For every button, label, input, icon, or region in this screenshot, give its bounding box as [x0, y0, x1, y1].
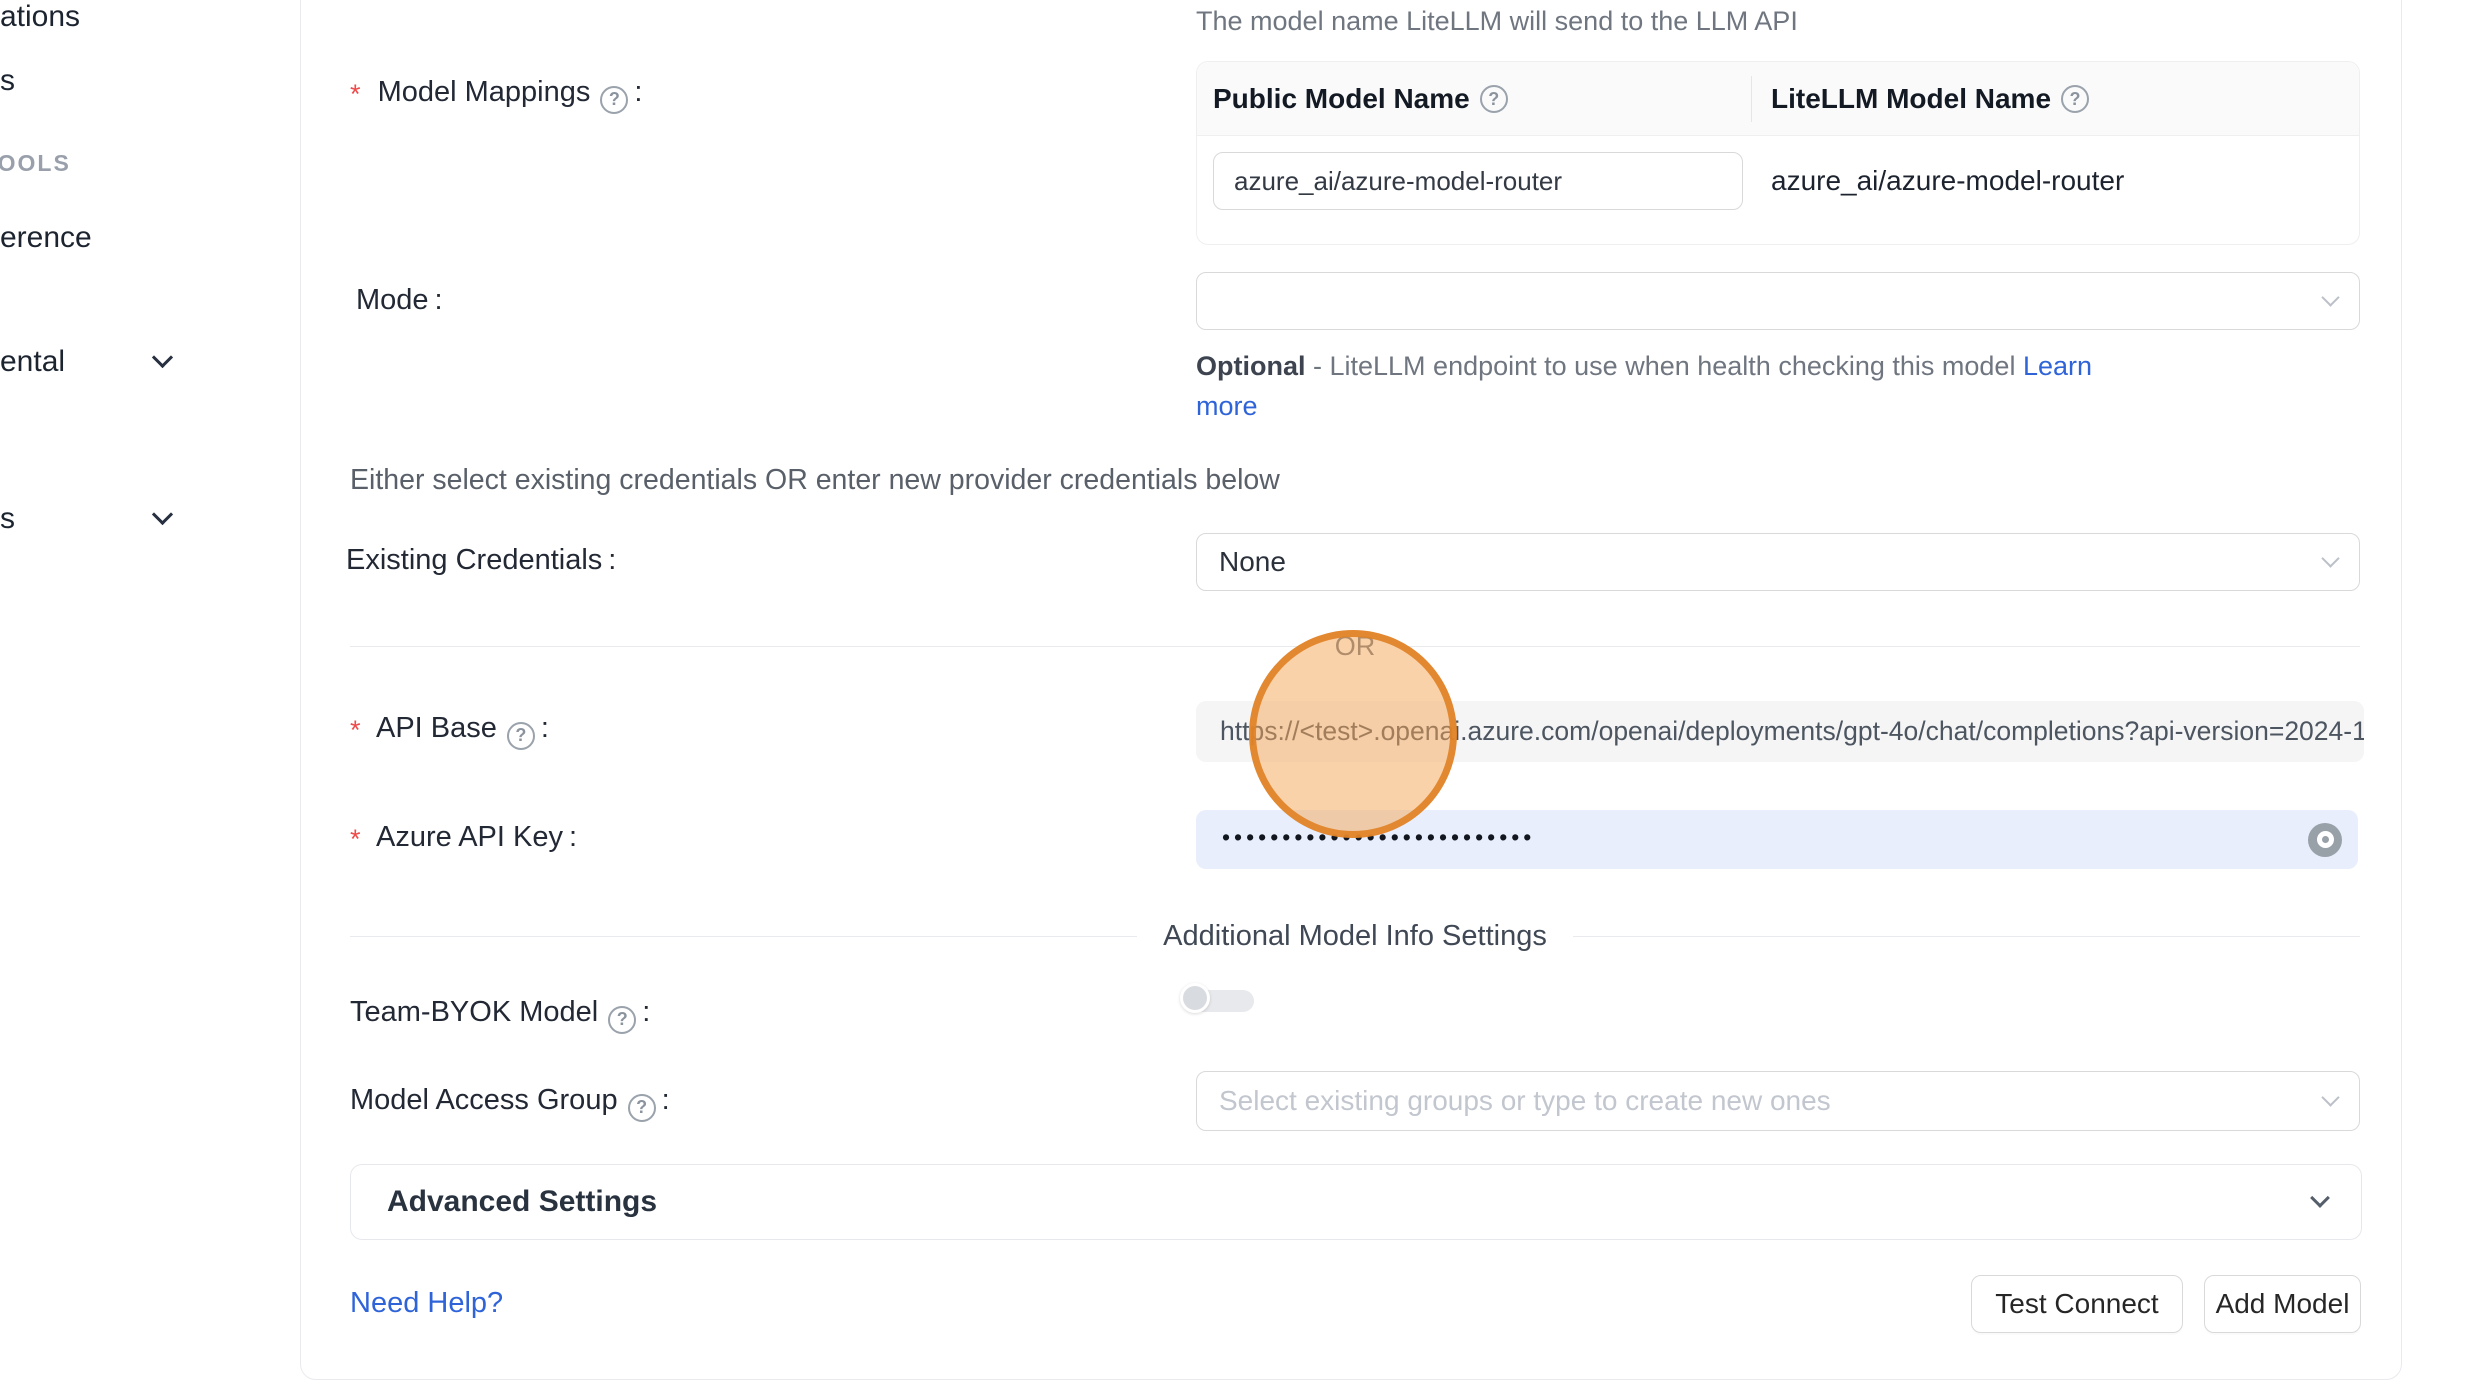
chevron-down-icon[interactable] [152, 504, 173, 525]
model-mappings-label: Model Mappings?: [350, 76, 642, 114]
sidebar-section-tools: TOOLS [0, 150, 71, 177]
eye-icon[interactable] [2308, 823, 2342, 857]
table-header: Public Model Name? LiteLLM Model Name? [1197, 62, 2359, 136]
chevron-down-icon [2321, 288, 2339, 306]
column-header-public-model-name: Public Model Name? [1213, 62, 1508, 136]
team-byok-toggle[interactable] [1180, 983, 1258, 1019]
sidebar-item[interactable]: s [0, 64, 15, 98]
sidebar-item-organizations[interactable]: ations [0, 0, 80, 34]
sidebar-item-inference[interactable]: erence [0, 221, 92, 255]
chevron-down-icon [2310, 1188, 2330, 1208]
credentials-note: Either select existing credentials OR en… [350, 464, 1280, 497]
masked-api-key: •••••••••••••••••••••••••• [1222, 824, 1535, 851]
model-access-group-label: Model Access Group?: [350, 1084, 670, 1122]
existing-credentials-select[interactable]: None [1196, 533, 2360, 591]
sidebar: ations s TOOLS erence ental s [0, 0, 300, 1385]
learn-more-link[interactable]: Learn [2023, 351, 2092, 381]
api-base-label: API Base?: [350, 712, 549, 750]
add-model-button[interactable]: Add Model [2204, 1275, 2361, 1333]
help-icon[interactable]: ? [608, 1006, 636, 1034]
help-icon[interactable]: ? [507, 722, 535, 750]
mode-select[interactable] [1196, 272, 2360, 330]
chevron-down-icon [2321, 549, 2339, 567]
add-model-page: ations s TOOLS erence ental s The model … [0, 0, 2477, 1385]
column-divider [1751, 76, 1752, 122]
test-connect-button[interactable]: Test Connect [1971, 1275, 2183, 1333]
need-help-link[interactable]: Need Help? [350, 1287, 503, 1320]
column-header-litellm-model-name: LiteLLM Model Name? [1771, 62, 2089, 136]
or-divider: OR [350, 631, 2360, 662]
model-name-helper-text: The model name LiteLLM will send to the … [1196, 6, 1798, 37]
azure-api-key-input[interactable]: •••••••••••••••••••••••••• [1196, 810, 2358, 869]
api-base-input[interactable]: https://<test>.openai.azure.com/openai/d… [1196, 701, 2364, 762]
azure-api-key-label: Azure API Key: [350, 821, 577, 854]
advanced-settings-panel[interactable]: Advanced Settings [350, 1164, 2362, 1240]
litellm-model-name-value: azure_ai/azure-model-router [1771, 152, 2124, 210]
mode-help-text: Optional - LiteLLM endpoint to use when … [1196, 346, 2116, 426]
sidebar-item-settings[interactable]: s [0, 502, 15, 536]
team-byok-label: Team-BYOK Model?: [350, 996, 650, 1034]
advanced-settings-title: Advanced Settings [387, 1185, 657, 1219]
select-placeholder: Select existing groups or type to create… [1219, 1085, 1831, 1117]
learn-more-link[interactable]: more [1196, 391, 1258, 421]
existing-credentials-label: Existing Credentials: [346, 544, 616, 577]
chevron-down-icon [2321, 1088, 2339, 1106]
additional-settings-divider: Additional Model Info Settings [350, 920, 2360, 953]
help-icon[interactable]: ? [600, 86, 628, 114]
model-mappings-table: Public Model Name? LiteLLM Model Name? a… [1196, 61, 2360, 245]
chevron-down-icon[interactable] [152, 347, 173, 368]
public-model-name-input[interactable] [1213, 152, 1743, 210]
help-icon[interactable]: ? [628, 1094, 656, 1122]
help-icon[interactable]: ? [2061, 85, 2089, 113]
mode-label: Mode: [356, 284, 443, 317]
help-icon[interactable]: ? [1480, 85, 1508, 113]
model-access-group-select[interactable]: Select existing groups or type to create… [1196, 1071, 2360, 1131]
sidebar-item-experimental[interactable]: ental [0, 345, 65, 379]
